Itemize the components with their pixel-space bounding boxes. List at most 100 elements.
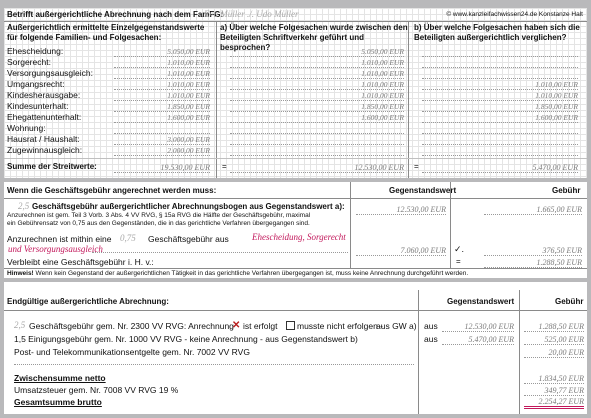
row1-value[interactable]: 12.530,00 EUR	[442, 322, 514, 332]
row-value-c[interactable]	[422, 47, 578, 57]
line3-eq: =	[456, 257, 461, 266]
note-line-2: ein Gebührensatz von 0,75 aus den Gegens…	[7, 220, 310, 227]
line2-text-b: Geschäftsgebühr aus	[148, 234, 229, 244]
row-label: Wohnung:	[7, 123, 46, 133]
line1-text: Geschäftsgebühr außergerichtlicher Abrec…	[32, 202, 345, 211]
row-value-b[interactable]: 5.050,00 EUR	[230, 47, 404, 57]
row-label: Kindesunterhalt:	[7, 101, 69, 111]
row-value-b[interactable]: 1.600,00 EUR	[230, 113, 404, 123]
line1-fee[interactable]: 1.665,00 EUR	[484, 205, 582, 215]
hint: Hinweis! Wenn kein Gegenstand der außerg…	[7, 270, 468, 277]
col-a-header: Außergerichtlich ermittelte Einzelgegens…	[7, 23, 205, 42]
row1-checkbox-erfolgt[interactable]: ✕	[232, 320, 240, 331]
line3-text: Verbleibt eine Geschäftsgebühr i. H. v.:	[7, 257, 154, 267]
sum-b[interactable]: 12.530,00 EUR	[230, 163, 404, 173]
hint-text: Wenn kein Gegenstand der außergerichtlic…	[35, 270, 469, 277]
line2-rate[interactable]: 0,75	[120, 233, 136, 243]
hint-label: Hinweis!	[7, 270, 34, 277]
row-value-a[interactable]	[114, 124, 210, 134]
row2-fee[interactable]: 525,00 EUR	[524, 335, 584, 345]
line3-fee[interactable]: 1.288,50 EUR	[484, 258, 582, 268]
row-value-c[interactable]: 1.010,00 EUR	[422, 80, 578, 90]
total-fee[interactable]: 2.254,27 EUR	[524, 397, 584, 409]
line1-value[interactable]: 12.530,00 EUR	[356, 205, 446, 215]
row-value-b[interactable]: 1.850,00 EUR	[230, 102, 404, 112]
subtotal-label: Zwischensumme netto	[14, 373, 106, 383]
row-value-a[interactable]: 1.010,00 EUR	[114, 80, 210, 90]
line2-items-cont[interactable]: und Versorgungsausgleich	[8, 244, 103, 254]
row-value-b[interactable]: 1.010,00 EUR	[230, 80, 404, 90]
vat-fee[interactable]: 349,77 EUR	[524, 386, 584, 396]
line1-rate[interactable]: 2,5	[18, 201, 29, 211]
section3-col-value: Gegenstandswert	[447, 297, 515, 306]
row-value-c[interactable]	[422, 135, 578, 145]
copyright-note: © www.kanzleifachwissen24.de Konstanze H…	[446, 11, 583, 18]
row-value-a[interactable]: 3.000,00 EUR	[114, 135, 210, 145]
parties-name[interactable]: Eva Müller ./. Udo Müller	[204, 9, 298, 19]
row-label: Ehegattenunterhalt:	[7, 112, 82, 122]
row3-fee[interactable]: 20,00 EUR	[524, 348, 584, 358]
row-value-c[interactable]: 1.850,00 EUR	[422, 102, 578, 112]
row-value-a[interactable]: 1.010,00 EUR	[114, 91, 210, 101]
row2-aus: aus	[424, 334, 438, 344]
row-value-c[interactable]	[422, 69, 578, 79]
section3-col-fee: Gebühr	[555, 297, 584, 306]
row-value-a[interactable]: 2.000,00 EUR	[114, 146, 210, 156]
section2-col-value: Gegenstandswert	[389, 186, 457, 195]
row3-text: Post- und Telekommunikationsentgelte gem…	[14, 347, 250, 357]
row2-value[interactable]: 5.470,00 EUR	[442, 335, 514, 345]
line2-fee[interactable]: 376,50 EUR	[484, 246, 582, 256]
row-value-c[interactable]: 1.010,00 EUR	[422, 91, 578, 101]
row-value-c[interactable]	[422, 124, 578, 134]
row-value-b[interactable]	[230, 135, 404, 145]
section2-col-fee: Gebühr	[552, 186, 581, 195]
row2-text: 1,5 Einigungsgebühr gem. Nr. 1000 VV RVG…	[14, 334, 358, 344]
row-value-a[interactable]: 5.050,00 EUR	[114, 47, 210, 57]
row-value-b[interactable]	[230, 146, 404, 156]
sum-a[interactable]: 19.530,00 EUR	[114, 163, 210, 173]
row1-suffix: aus GW a)	[376, 321, 417, 331]
row-value-a[interactable]: 1.600,00 EUR	[114, 113, 210, 123]
line2-text-a: Anzurechnen ist mithin eine	[7, 234, 112, 244]
sum-c-eq: =	[414, 162, 419, 171]
line2-items[interactable]: Ehescheidung, Sorgerecht	[252, 232, 346, 242]
row-value-a[interactable]: 1.850,00 EUR	[114, 102, 210, 112]
row-value-a[interactable]: 1.010,00 EUR	[114, 69, 210, 79]
row1-text: Geschäftsgebühr gem. Nr. 2300 VV RVG: An…	[29, 321, 234, 331]
row1-rate[interactable]: 2,5	[14, 320, 25, 330]
sum-b-eq: =	[222, 162, 227, 171]
col-c-header: b) Über welche Folgesachen haben sich di…	[414, 23, 580, 42]
section3-title: Endgültige außergerichtliche Abrechnung:	[7, 297, 169, 306]
vat-label: Umsatzsteuer gem. Nr. 7008 VV RVG 19 %	[14, 385, 179, 395]
row-label: Versorgungsausgleich:	[7, 68, 94, 78]
row-value-b[interactable]: 1.010,00 EUR	[230, 58, 404, 68]
row1-aus: aus	[424, 321, 438, 331]
row1-opt1: ist erfolgt	[243, 321, 278, 331]
row-label: Kindesherausgabe:	[7, 90, 81, 100]
total-label: Gesamtsumme brutto	[14, 397, 102, 407]
streitwert-panel: Betrifft außergerichtliche Abrechnung na…	[4, 8, 587, 178]
row-value-b[interactable]: 1.010,00 EUR	[230, 91, 404, 101]
row1-opt2: musste nicht erfolgen -	[297, 321, 383, 331]
row-label: Ehescheidung:	[7, 46, 64, 56]
row-value-b[interactable]: 1.010,00 EUR	[230, 69, 404, 79]
row-value-c[interactable]	[422, 58, 578, 68]
document-title: Betrifft außergerichtliche Abrechnung na…	[7, 10, 224, 19]
anrechnung-panel: Wenn die Geschäftsgebühr angerechnet wer…	[4, 182, 587, 278]
row-value-b[interactable]	[230, 124, 404, 134]
row-label: Zugewinnausgleich:	[7, 145, 83, 155]
row1-fee[interactable]: 1.288,50 EUR	[524, 322, 584, 332]
row-label: Umgangsrecht:	[7, 79, 65, 89]
sum-label: Summe der Streitwerte:	[7, 162, 97, 171]
row-value-a[interactable]: 1.010,00 EUR	[114, 58, 210, 68]
row-value-c[interactable]	[422, 146, 578, 156]
row-value-c[interactable]: 1.600,00 EUR	[422, 113, 578, 123]
note-line-1: Anzurechnen ist gem. Teil 3 Vorb. 3 Abs.…	[7, 212, 311, 219]
row1-checkbox-nicht[interactable]	[286, 321, 295, 331]
line2-value[interactable]: 7.060,00 EUR	[356, 246, 446, 256]
row-label: Sorgerecht:	[7, 57, 51, 67]
row-label: Hausrat / Haushalt:	[7, 134, 80, 144]
line2-check[interactable]: ✓.	[454, 244, 464, 255]
sum-c[interactable]: 5.470,00 EUR	[422, 163, 578, 173]
subtotal-fee[interactable]: 1.834,50 EUR	[524, 374, 584, 384]
